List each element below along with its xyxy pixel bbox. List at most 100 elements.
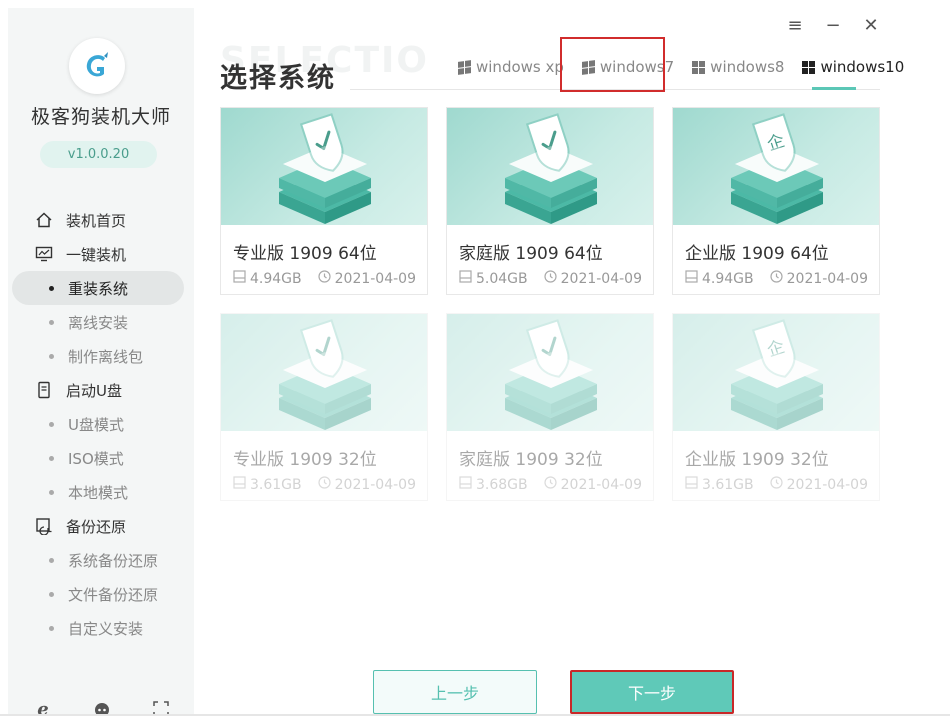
- bullet-icon: [49, 421, 54, 427]
- tab-windows-xp-label: windows xp: [476, 58, 564, 76]
- system-illustration: 企: [673, 314, 879, 431]
- nav-make-offline-package[interactable]: 制作离线包: [8, 339, 194, 373]
- next-button[interactable]: 下一步: [570, 670, 734, 714]
- menu-icon[interactable]: ≡: [786, 15, 804, 36]
- system-card[interactable]: 企 企业版 1909 32位 3.61GB 2021-04-09: [672, 313, 880, 501]
- system-name: 企业版 1909 32位: [685, 450, 829, 470]
- nav-system-backup[interactable]: 系统备份还原: [8, 543, 194, 577]
- disk-icon: [459, 476, 472, 493]
- system-card[interactable]: 专业版 1909 32位 3.61GB 2021-04-09: [220, 313, 428, 501]
- nav-local-mode-label: 本地模式: [68, 483, 129, 502]
- close-icon[interactable]: ✕: [862, 15, 880, 36]
- clock-icon: [544, 270, 557, 287]
- system-meta: 3.68GB 2021-04-09: [459, 476, 642, 493]
- bullet-icon: [49, 319, 54, 325]
- usb-icon: [34, 381, 54, 399]
- highlight-box: [560, 37, 665, 92]
- clock-icon: [318, 270, 331, 287]
- system-name: 家庭版 1909 64位: [459, 244, 603, 264]
- clock-icon: [544, 476, 557, 493]
- clock-icon: [770, 476, 783, 493]
- nav-one-click-install[interactable]: 一键装机: [8, 237, 194, 271]
- disk-icon: [685, 270, 698, 287]
- tab-windows8[interactable]: windows8: [692, 55, 784, 79]
- nav-reinstall-system[interactable]: 重装系统: [12, 271, 184, 305]
- nav-reinstall-system-label: 重装系统: [68, 279, 129, 298]
- system-date: 2021-04-09: [560, 476, 642, 493]
- home-icon: [34, 211, 54, 229]
- system-size: 5.04GB: [476, 270, 528, 287]
- system-size: 3.68GB: [476, 476, 528, 493]
- monitor-icon: [34, 245, 54, 263]
- system-date: 2021-04-09: [560, 270, 642, 287]
- os-tabs: windows xp windows7 windows8 windows10: [458, 55, 922, 79]
- clock-icon: [318, 476, 331, 493]
- active-tab-indicator: [812, 87, 856, 90]
- bullet-icon: [49, 285, 54, 291]
- bullet-icon: [49, 353, 54, 359]
- system-meta: 3.61GB 2021-04-09: [685, 476, 868, 493]
- nav-home[interactable]: 装机首页: [8, 203, 194, 237]
- nav-offline-install[interactable]: 离线安装: [8, 305, 194, 339]
- system-name: 企业版 1909 64位: [685, 244, 829, 264]
- bullet-icon: [49, 591, 54, 597]
- nav-file-backup-label: 文件备份还原: [68, 585, 159, 604]
- system-card[interactable]: 企 企业版 1909 64位 4.94GB 2021-04-09: [672, 107, 880, 295]
- minimize-icon[interactable]: −: [824, 15, 842, 36]
- nav-backup-restore[interactable]: 备份还原: [8, 509, 194, 543]
- system-meta: 3.61GB 2021-04-09: [233, 476, 416, 493]
- system-meta: 4.94GB 2021-04-09: [685, 270, 868, 287]
- system-size: 3.61GB: [250, 476, 302, 493]
- system-illustration: [221, 108, 427, 225]
- system-card[interactable]: 家庭版 1909 64位 5.04GB 2021-04-09: [446, 107, 654, 295]
- system-date: 2021-04-09: [334, 476, 416, 493]
- bullet-icon: [49, 557, 54, 563]
- tab-windows8-label: windows8: [710, 58, 785, 76]
- system-name: 专业版 1909 32位: [233, 450, 377, 470]
- disk-icon: [459, 270, 472, 287]
- nav-home-label: 装机首页: [66, 211, 127, 230]
- prev-button[interactable]: 上一步: [373, 670, 537, 714]
- clock-icon: [770, 270, 783, 287]
- app-logo: [69, 38, 125, 94]
- nav-usb-mode-label: U盘模式: [68, 415, 124, 434]
- tab-windows10-label: windows10: [820, 58, 905, 76]
- bullet-icon: [49, 455, 54, 461]
- system-date: 2021-04-09: [786, 476, 868, 493]
- system-card[interactable]: 专业版 1909 64位 4.94GB 2021-04-09: [220, 107, 428, 295]
- nav-file-backup[interactable]: 文件备份还原: [8, 577, 194, 611]
- tab-windows10[interactable]: windows10: [802, 55, 904, 79]
- system-card[interactable]: 家庭版 1909 32位 3.68GB 2021-04-09: [446, 313, 654, 501]
- nav-one-click-install-label: 一键装机: [66, 245, 127, 264]
- system-illustration: 企: [673, 108, 879, 225]
- system-illustration: [447, 314, 653, 431]
- sidebar-nav: 装机首页 一键装机 重装系统 离线安装 制作离线包 启动U盘 U盘模式 ISO模…: [8, 203, 194, 645]
- system-meta: 4.94GB 2021-04-09: [233, 270, 416, 287]
- system-date: 2021-04-09: [334, 270, 416, 287]
- sidebar: 极客狗装机大师 v1.0.0.20 装机首页 一键装机 重装系统 离线安装 制作…: [8, 8, 194, 716]
- windows-logo-icon: [692, 60, 706, 74]
- disk-icon: [685, 476, 698, 493]
- nav-custom-install[interactable]: 自定义安装: [8, 611, 194, 645]
- system-size: 3.61GB: [702, 476, 754, 493]
- windows-logo-icon: [458, 59, 471, 75]
- nav-local-mode[interactable]: 本地模式: [8, 475, 194, 509]
- page-title: 选择系统: [220, 63, 336, 94]
- bullet-icon: [49, 625, 54, 631]
- nav-iso-mode-label: ISO模式: [68, 449, 124, 468]
- nav-boot-usb[interactable]: 启动U盘: [8, 373, 194, 407]
- nav-boot-usb-label: 启动U盘: [66, 381, 122, 400]
- system-name: 专业版 1909 64位: [233, 244, 377, 264]
- bullet-icon: [49, 489, 54, 495]
- nav-offline-install-label: 离线安装: [68, 313, 129, 332]
- backup-icon: [34, 517, 54, 535]
- tab-windows-xp[interactable]: windows xp: [458, 55, 564, 79]
- nav-usb-mode[interactable]: U盘模式: [8, 407, 194, 441]
- system-illustration: [221, 314, 427, 431]
- nav-iso-mode[interactable]: ISO模式: [8, 441, 194, 475]
- disk-icon: [233, 270, 246, 287]
- system-size: 4.94GB: [250, 270, 302, 287]
- system-meta: 5.04GB 2021-04-09: [459, 270, 642, 287]
- window-controls: ≡ − ✕: [786, 15, 880, 36]
- system-name: 家庭版 1909 32位: [459, 450, 603, 470]
